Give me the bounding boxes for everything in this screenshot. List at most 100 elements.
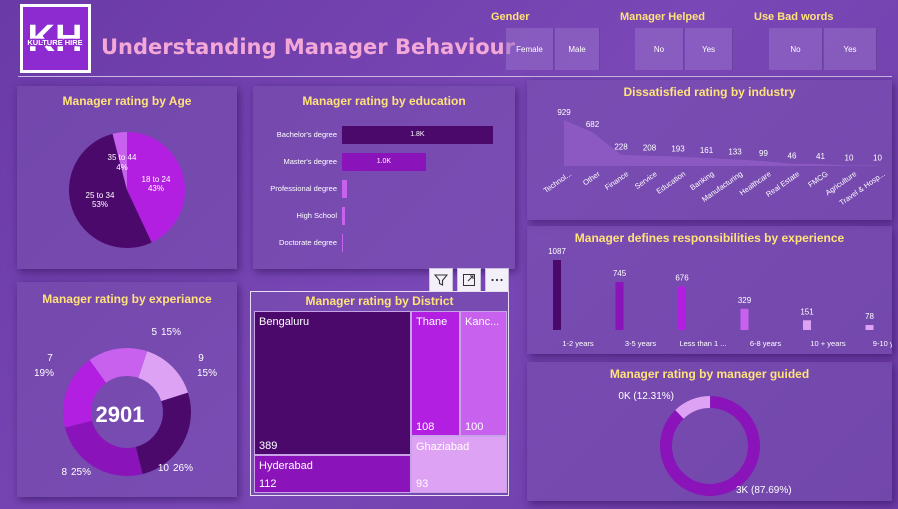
industry-area-fill[interactable] — [564, 120, 878, 166]
exp-value-7: 19% — [34, 368, 54, 379]
district-treemap-title: Manager rating by District — [305, 294, 454, 308]
education-bar[interactable] — [342, 207, 345, 225]
industry-value-label: 208 — [643, 144, 657, 153]
manager-guided-donut[interactable]: 0K (12.31%) 3K (87.69%) — [527, 362, 892, 501]
filter-icon[interactable] — [429, 268, 453, 292]
experience-bar-value: 151 — [800, 307, 814, 316]
industry-category-label: FMCG — [806, 169, 829, 189]
industry-value-label: 228 — [614, 143, 628, 152]
experience-donut-chart[interactable]: 2901 5 15% 9 15% 7 19% 10 26% 8 25% — [17, 282, 237, 497]
age-pie-chart[interactable]: 18 to 24 43% 25 to 34 53% 35 to 44 4% — [17, 86, 237, 269]
more-glyph — [491, 278, 503, 282]
manager-helped-option-yes[interactable]: Yes — [685, 28, 733, 70]
treemap-label: Hyderabad — [259, 460, 313, 472]
exp-label-10: 10 — [158, 463, 170, 474]
industry-value-label: 10 — [873, 154, 882, 163]
industry-category-label: Finance — [603, 169, 630, 192]
experience-bar[interactable] — [865, 324, 874, 330]
education-bar-card: Manager rating by education Bachelor's d… — [253, 86, 515, 269]
treemap-value: 389 — [259, 440, 278, 452]
treemap-cell-hyderabad[interactable]: Hyderabad 112 — [254, 455, 411, 493]
guided-label-small: 0K (12.31%) — [618, 391, 674, 402]
industry-value-label: 41 — [816, 152, 825, 161]
bad-words-option-yes[interactable]: Yes — [824, 28, 877, 70]
district-treemap-card: Manager rating by District Bengaluru 389… — [250, 291, 509, 496]
gender-slicer-title: Gender — [491, 11, 530, 23]
industry-category-label: Other — [581, 169, 602, 187]
filter-glyph — [434, 274, 448, 286]
education-category-label: Doctorate degree — [279, 238, 337, 247]
treemap-label: Ghaziabad — [416, 441, 470, 453]
exp-label-8: 8 — [61, 467, 67, 478]
experience-category-label: 9-10 years — [873, 339, 892, 348]
treemap-value: 100 — [465, 421, 484, 433]
industry-value-label: 929 — [557, 108, 571, 117]
focus-mode-icon[interactable] — [457, 268, 481, 292]
industry-category-label: Technol... — [542, 169, 573, 195]
experience-bar-chart[interactable]: 1087 1-2 years 745 3-5 years 676 Less than 1 … — [527, 226, 892, 354]
experience-bar-value: 676 — [675, 273, 689, 282]
logo-mark: KH KULTURE HIRE — [26, 18, 84, 60]
exp-slice-9[interactable] — [138, 351, 188, 402]
experience-bar[interactable] — [678, 286, 686, 330]
industry-value-label: 133 — [728, 147, 742, 156]
age-slice-label-35-44: 35 to 44 — [108, 153, 137, 162]
industry-area-chart[interactable]: 929Technol...682Other228Finance208Servic… — [527, 80, 892, 220]
experience-bar-value: 78 — [865, 312, 874, 321]
age-slice-label-18-24: 18 to 24 — [142, 175, 171, 184]
experience-bar[interactable] — [615, 282, 624, 330]
experience-bar[interactable] — [553, 260, 561, 330]
gender-option-male[interactable]: Male — [555, 28, 600, 70]
exp-value-10: 26% — [173, 463, 193, 474]
header-divider — [18, 76, 892, 77]
treemap-value: 112 — [259, 478, 277, 490]
education-category-label: High School — [296, 211, 337, 220]
guided-slice-3k-87-69-[interactable] — [660, 396, 760, 496]
manager-helped-slicer-title: Manager Helped — [620, 11, 705, 23]
experience-category-label: 3-5 years — [625, 339, 657, 348]
industry-value-label: 99 — [759, 149, 768, 158]
industry-value-label: 682 — [586, 120, 600, 129]
exp-label-7: 7 — [47, 353, 53, 364]
experience-bar-value: 1087 — [548, 247, 566, 256]
focus-glyph — [463, 274, 475, 286]
industry-category-label: Education — [655, 169, 687, 196]
education-category-label: Bachelor's degree — [276, 130, 337, 139]
industry-area-card: Dissatisfied rating by industry 929 Techn… — [527, 80, 892, 220]
exp-value-8: 25% — [71, 467, 91, 478]
treemap-value: 93 — [416, 478, 429, 490]
gender-option-female[interactable]: Female — [506, 28, 554, 70]
page-title: Understanding Manager Behaviour — [101, 35, 515, 59]
experience-bar[interactable] — [740, 308, 749, 330]
treemap-cell-kanc[interactable]: Kanc... 100 — [460, 311, 507, 436]
age-slice-label-25-34: 25 to 34 — [86, 191, 115, 200]
exp-value-5: 15% — [161, 327, 181, 338]
education-bar[interactable] — [342, 180, 348, 198]
manager-guided-card: Manager rating by manager guided 0K (12.… — [527, 362, 892, 501]
experience-donut-total: 2901 — [96, 402, 145, 427]
more-options-icon[interactable] — [485, 268, 509, 292]
age-pie-card: Manager rating by Age 18 to 24 43% 25 to… — [17, 86, 237, 269]
treemap-cell-bengaluru[interactable]: Bengaluru 389 — [254, 311, 411, 455]
industry-value-label: 46 — [788, 152, 797, 161]
treemap-label: Thane — [416, 316, 448, 328]
treemap-cell-thane[interactable]: Thane 108 — [411, 311, 460, 436]
education-bar-value: 1.0K — [376, 158, 392, 165]
exp-label-5: 5 — [151, 327, 157, 338]
education-bar[interactable] — [342, 234, 343, 252]
manager-helped-option-no[interactable]: No — [635, 28, 684, 70]
experience-category-label: 1-2 years — [562, 339, 594, 348]
industry-value-label: 161 — [700, 146, 714, 155]
guided-slice-0k-12-31-[interactable] — [675, 396, 711, 419]
experience-category-label: 6-8 years — [750, 339, 782, 348]
treemap-cell-ghaziabad[interactable]: Ghaziabad 93 — [411, 436, 507, 493]
treemap-value: 108 — [416, 421, 435, 433]
experience-bar-value: 329 — [738, 296, 752, 305]
bad-words-option-no[interactable]: No — [769, 28, 823, 70]
experience-bar-value: 745 — [613, 269, 627, 278]
treemap-label: Kanc... — [465, 316, 500, 328]
education-bar-title: Manager rating by education — [302, 94, 466, 108]
industry-value-label: 10 — [845, 154, 854, 163]
age-slice-value-18-24: 43% — [148, 184, 164, 193]
experience-bar[interactable] — [803, 320, 811, 330]
